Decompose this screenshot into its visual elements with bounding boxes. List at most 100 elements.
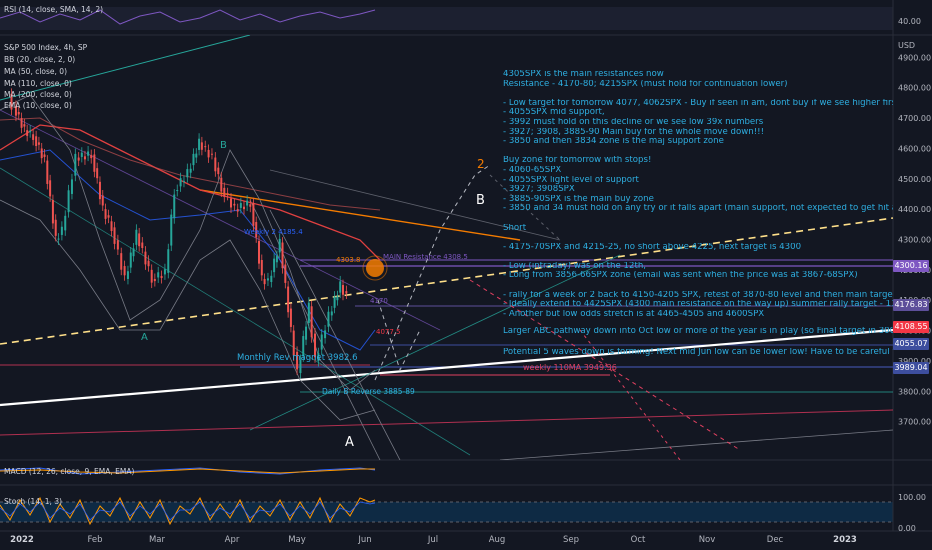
note-line	[503, 233, 893, 243]
candle-body	[189, 168, 192, 173]
candle-body	[141, 242, 144, 248]
note-line: - 3850 and 34 must hold on any try or it…	[503, 204, 893, 214]
price-tick-label: 4500.00	[898, 175, 931, 184]
time-tick-label: Dec	[766, 535, 784, 545]
candle-body	[198, 138, 201, 150]
candle-body	[263, 278, 266, 285]
candle-body	[226, 193, 229, 195]
indicator-ma50: MA (50, close, 0)	[4, 67, 68, 76]
candle-body	[239, 203, 242, 208]
candle-body	[37, 142, 40, 145]
stoch-level-100: 100.00	[898, 493, 926, 502]
candle-body	[138, 233, 141, 247]
candle-body	[67, 190, 70, 213]
candle-body	[153, 278, 156, 282]
candle-body	[23, 124, 26, 127]
candle-body	[170, 214, 173, 246]
candle-body	[26, 130, 29, 136]
price-tick-label: 3700.00	[898, 418, 931, 427]
candle-body	[147, 260, 150, 267]
candle-body	[150, 269, 153, 283]
wave-label-b-target: B	[476, 193, 485, 208]
main-resistance-label: MAIN Resistance 4308.5	[383, 253, 468, 261]
projection-path	[374, 164, 491, 381]
candle-body	[113, 227, 116, 244]
candle-body	[32, 134, 35, 140]
candle-body	[305, 326, 308, 340]
price-tick-label: 4600.00	[898, 144, 931, 153]
price-tag: 3989.04	[893, 362, 929, 374]
candle-body	[195, 153, 198, 158]
candle-body	[96, 168, 99, 179]
time-tick-label: Jul	[427, 535, 439, 545]
candle-body	[107, 215, 110, 218]
weekly-185-label: Weekly 2 4185.4	[244, 228, 303, 236]
note-line: - rally for a week or 2 back to 4150-420…	[503, 290, 893, 300]
wave-label-2: 2	[477, 157, 485, 171]
candle-body	[214, 157, 217, 172]
candle-body	[223, 187, 226, 197]
note-line: - 3927; 3908, 3885-90 Main buy for the w…	[503, 127, 765, 137]
level-4170-label: 4170	[370, 297, 388, 305]
note-line: - 4055SPX light level of support	[503, 175, 639, 185]
analysis-notes: 4305SPX is the main resistances now Resis…	[503, 70, 893, 319]
note-line	[503, 89, 893, 99]
candle-body	[327, 311, 330, 327]
stoch-label: Stoch (14, 1, 3)	[4, 497, 63, 506]
candle-body	[186, 169, 189, 178]
candle-body	[60, 226, 63, 235]
indicator-bb: BB (20, close, 2, 0)	[4, 55, 76, 64]
bollinger-upper	[0, 94, 376, 391]
candle-body	[46, 160, 49, 184]
candle-body	[342, 285, 344, 295]
candle-body	[217, 167, 220, 175]
note-line: - 3850 and then 3834 zone is the maj sup…	[503, 137, 724, 147]
candle-body	[260, 259, 263, 276]
candle-body	[17, 112, 20, 115]
candle-body	[104, 209, 107, 219]
stoch-level-0: 0.00	[898, 524, 916, 533]
candle-body	[320, 334, 323, 350]
candle-body	[200, 142, 203, 150]
candle-body	[266, 278, 269, 281]
candle-body	[333, 296, 336, 308]
daily-b-label: Daily B Reverse 3885-89	[322, 387, 415, 396]
candle-body	[93, 154, 96, 172]
note-line	[503, 147, 893, 157]
note-line: - Another but low odds stretch is at 446…	[503, 309, 765, 319]
candle-body	[236, 209, 239, 212]
candle-body	[110, 221, 113, 231]
candle-body	[123, 266, 126, 276]
level-4303-label: 4303.8	[336, 256, 361, 264]
price-tag: 4055.07	[893, 338, 929, 350]
candle-body	[126, 271, 129, 279]
price-tag: 4176.83	[893, 299, 929, 311]
candle-body	[101, 195, 104, 206]
candle-body	[252, 203, 255, 226]
candle-body	[40, 148, 43, 159]
support-line	[0, 409, 893, 436]
note-line: - 3992 must hold on this decline or we s…	[503, 117, 764, 127]
ma-50	[0, 124, 381, 261]
candle-body	[87, 151, 90, 156]
price-tick-label: 4900.00	[898, 53, 931, 62]
candle-body	[275, 256, 278, 263]
time-tick-label: Jun	[358, 535, 372, 545]
note-line: Buy zone for tomorrow with stops!	[503, 156, 652, 166]
time-tick-label: Feb	[87, 535, 103, 545]
candle-body	[160, 275, 163, 279]
rsi-level-label: 40.00	[898, 17, 921, 26]
note-line	[503, 281, 893, 291]
candle-body	[176, 190, 179, 192]
candle-body	[90, 155, 93, 159]
candle-body	[144, 251, 147, 265]
candle-body	[35, 136, 38, 146]
note-line: - 3927; 3908SPX	[503, 185, 575, 195]
candle-body	[163, 269, 166, 275]
candle-body	[135, 229, 138, 245]
candle-body	[116, 240, 119, 250]
time-tick-label: Sep	[562, 535, 580, 545]
note-line: - 3885-90SPX is the main buy zone	[503, 194, 654, 204]
price-tick-label: 4700.00	[898, 114, 931, 123]
candle-body	[273, 258, 276, 273]
